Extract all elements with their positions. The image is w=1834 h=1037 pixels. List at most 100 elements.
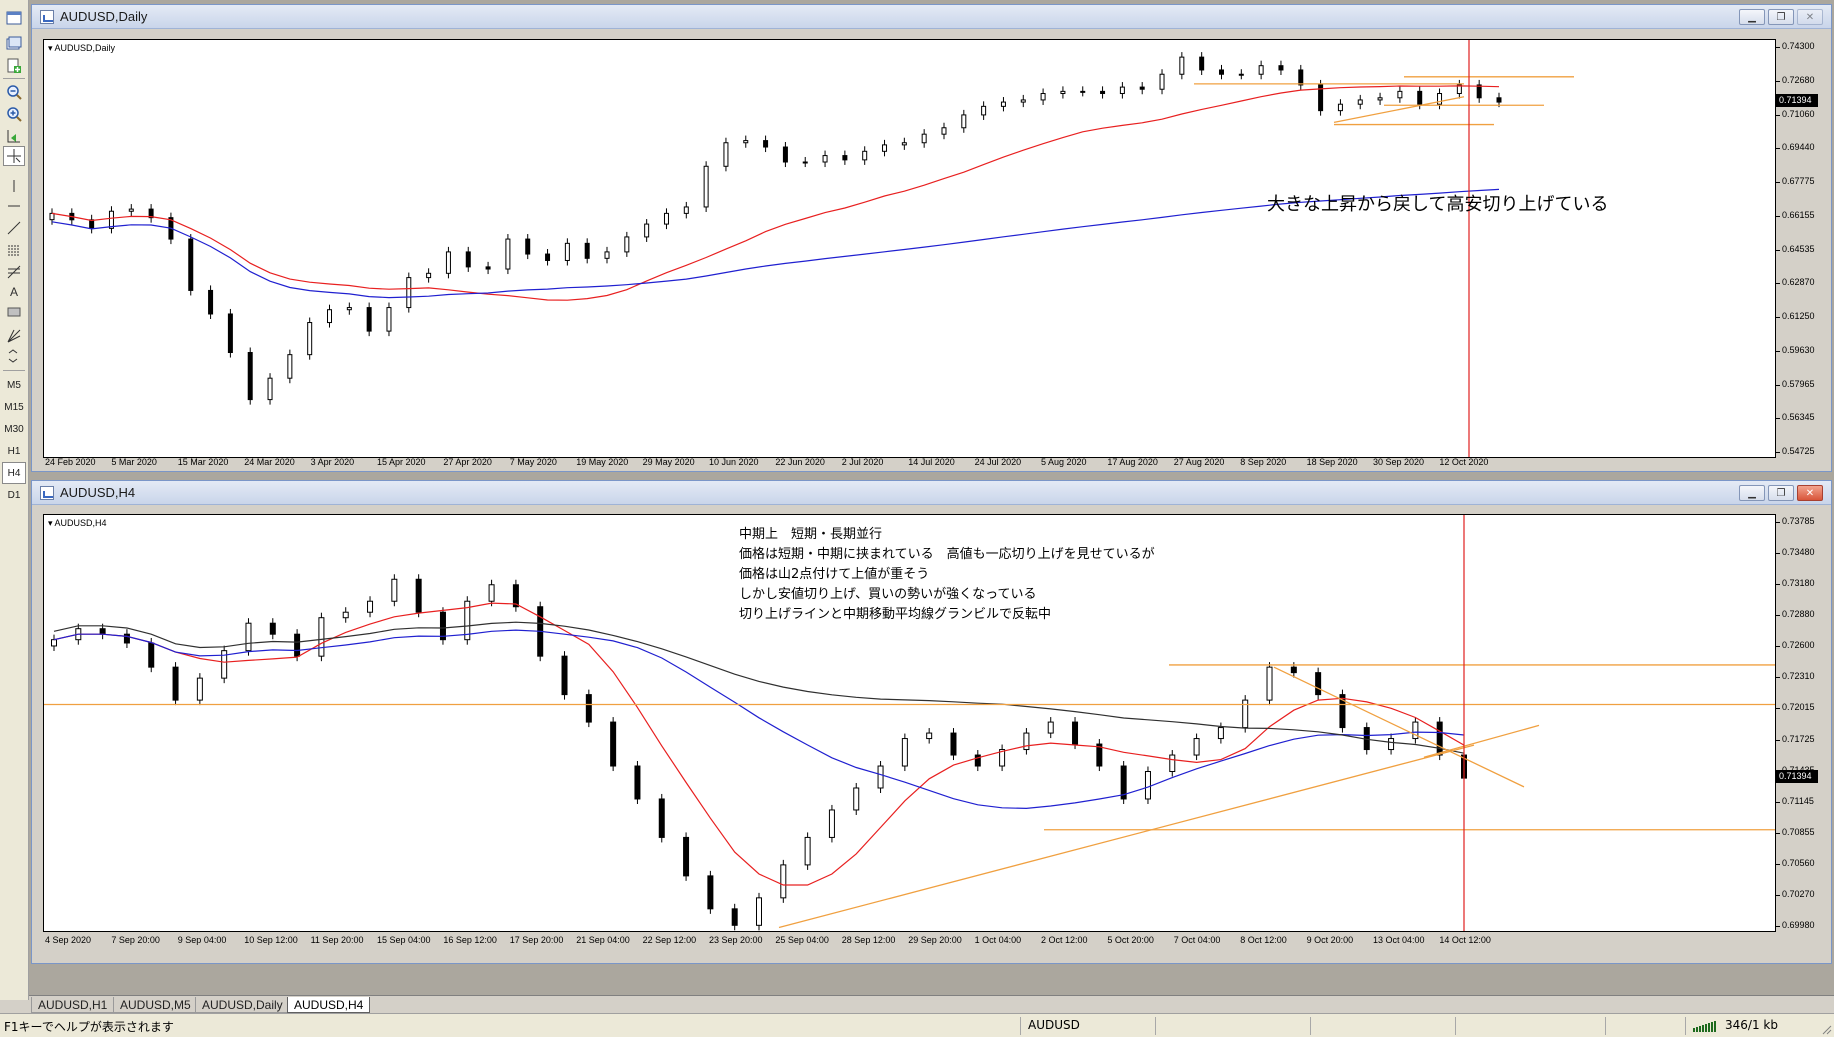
candle-body (366, 307, 372, 332)
candle-body (862, 150, 868, 161)
tab-audusd-h1[interactable]: AUDUSD,H1 (31, 997, 115, 1013)
zoom-in-icon[interactable] (3, 104, 25, 124)
h4-window-titlebar[interactable]: AUDUSD,H4 ▁ ❐ ✕ (32, 481, 1831, 505)
candle-body (782, 146, 788, 163)
close-button[interactable]: ✕ (1797, 485, 1823, 501)
candle-body (842, 155, 848, 161)
daily-window-titlebar[interactable]: AUDUSD,Daily ▁ ❐ ✕ (32, 5, 1831, 29)
candle-body (1417, 90, 1423, 105)
minimize-button[interactable]: ▁ (1739, 485, 1765, 501)
candle-body (1337, 103, 1343, 112)
timeframe-d1[interactable]: D1 (2, 484, 26, 506)
h4-symbol-label: ▾ AUDUSD,H4 (48, 518, 107, 529)
price-tick-label: 0.71060 (1776, 108, 1815, 119)
timeframe-m15[interactable]: M15 (2, 396, 26, 418)
restore-button[interactable]: ❐ (1768, 485, 1794, 501)
candle-body (1258, 65, 1264, 75)
tab-audusd-h4[interactable]: AUDUSD,H4 (287, 997, 371, 1013)
candle-body (1193, 738, 1200, 756)
resize-grip-icon[interactable] (1820, 1023, 1832, 1035)
vertical-line-icon[interactable] (3, 176, 25, 196)
text-tool-icon[interactable]: A (3, 282, 25, 302)
time-tick-label: 24 Feb 2020 (45, 457, 96, 467)
candle-body (950, 732, 957, 756)
channel-icon[interactable] (3, 240, 25, 260)
gann-icon[interactable] (3, 326, 25, 346)
tab-audusd-daily[interactable]: AUDUSD,Daily (195, 997, 290, 1013)
zoom-out-icon[interactable] (3, 82, 25, 102)
dropdown-arrow-icon[interactable]: ▾ (48, 518, 53, 528)
h4-plot-area[interactable]: ▾ AUDUSD,H4 中期上 短期・長期並行 価格は短期・中期に挟まれている … (43, 514, 1776, 932)
moving-average-line (53, 602, 1465, 886)
candle-body (1278, 65, 1284, 71)
daily-plot-area[interactable]: ▾ AUDUSD,Daily 大きな上昇から戻して高安切り上げている (43, 39, 1776, 458)
dropdown-arrow-icon[interactable]: ▾ (48, 43, 53, 53)
timeframe-m30[interactable]: M30 (2, 418, 26, 440)
status-help-text: F1キーでヘルプが表示されます (4, 1020, 174, 1034)
time-tick-label: 22 Jun 2020 (775, 457, 825, 467)
tab-audusd-m5[interactable]: AUDUSD,M5 (113, 997, 198, 1013)
connection-status-icon[interactable] (1693, 1020, 1719, 1032)
candle-body (877, 765, 884, 789)
arrows-icon[interactable] (3, 346, 25, 366)
time-tick-label: 8 Sep 2020 (1240, 457, 1287, 467)
candle-body (485, 266, 491, 270)
autoscroll-icon[interactable] (3, 126, 25, 146)
horizontal-line-icon[interactable] (3, 196, 25, 216)
candle-body (1199, 56, 1205, 71)
candle-body (610, 721, 617, 767)
candle-body (545, 253, 551, 261)
candle-body (804, 836, 811, 866)
price-tick-label: 0.70560 (1776, 857, 1815, 868)
time-tick-label: 29 May 2020 (642, 457, 695, 467)
candle-body (1388, 738, 1395, 751)
time-tick-label: 23 Sep 20:00 (709, 935, 763, 945)
price-tick-label: 0.67775 (1776, 176, 1815, 186)
price-tick-label: 0.54725 (1776, 446, 1815, 456)
status-divider (1155, 1017, 1156, 1035)
new-chart-icon[interactable] (3, 8, 25, 28)
candle-body (763, 140, 769, 148)
candle-body (703, 165, 709, 208)
restore-button[interactable]: ❐ (1768, 9, 1794, 25)
candle-body (584, 242, 590, 259)
time-tick-label: 27 Apr 2020 (443, 457, 492, 467)
time-tick-label: 19 May 2020 (576, 457, 629, 467)
current-price-label: 0.71394 (1776, 769, 1818, 783)
price-tick-label: 0.74300 (1776, 41, 1815, 51)
fibonacci-icon[interactable] (3, 262, 25, 282)
h4-chart-window[interactable]: AUDUSD,H4 ▁ ❐ ✕ ▾ AUDUSD,H4 中期上 短期・長期並行 … (31, 480, 1832, 964)
timeframe-h1[interactable]: H1 (2, 440, 26, 462)
close-button[interactable]: ✕ (1797, 9, 1823, 25)
daily-chart-window[interactable]: AUDUSD,Daily ▁ ❐ ✕ ▾ AUDUSD,Daily 大きな上昇か… (31, 4, 1832, 472)
chart-tabs-bar: AUDUSD,H1 AUDUSD,M5 AUDUSD,Daily AUDUSD,… (29, 995, 1834, 1013)
timeframe-h4[interactable]: H4 (2, 462, 26, 484)
crosshair-icon[interactable] (3, 146, 25, 166)
price-tick-label: 0.69440 (1776, 142, 1815, 153)
time-tick-label: 11 Sep 20:00 (310, 935, 364, 945)
price-tick-label: 0.66155 (1776, 209, 1815, 220)
trendline (1273, 666, 1525, 788)
candle-body (780, 864, 787, 899)
trendline-icon[interactable] (3, 218, 25, 238)
candle-body (901, 142, 907, 146)
time-tick-label: 29 Sep 20:00 (908, 935, 962, 945)
h4-annotation-line: しかし安値切り上げ、買いの勢いが強くなっている (739, 587, 1037, 602)
time-tick-label: 7 Sep 20:00 (111, 935, 160, 945)
candle-body (1436, 721, 1443, 756)
candle-body (1298, 69, 1304, 86)
h4-price-axis: 0.73785 0.73480 0.73180 0.72880 0.72600 0.723… (1776, 514, 1832, 932)
candle-body (1238, 73, 1244, 76)
add-chart-icon[interactable] (3, 56, 25, 76)
text-label-icon[interactable] (3, 302, 25, 322)
timeframe-m5[interactable]: M5 (2, 374, 26, 396)
candle-body (561, 655, 568, 696)
price-tick-label: 0.71145 (1776, 795, 1814, 806)
time-tick-label: 17 Sep 20:00 (509, 935, 564, 945)
price-tick-label: 0.64535 (1776, 243, 1815, 254)
candle-body (1020, 99, 1026, 103)
time-tick-label: 4 Sep 2020 (45, 935, 92, 945)
minimize-button[interactable]: ▁ (1739, 9, 1765, 25)
time-tick-label: 13 Oct 04:00 (1373, 935, 1425, 945)
profiles-icon[interactable] (3, 34, 25, 54)
